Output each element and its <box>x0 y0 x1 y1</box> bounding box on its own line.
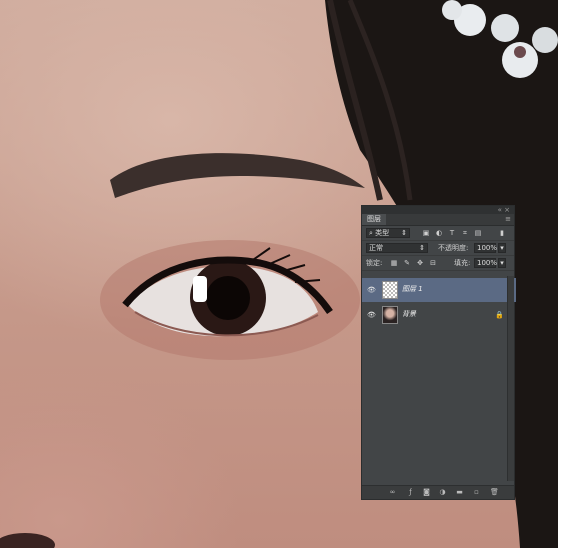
lock-row: 锁定: ▦ ✎ ✥ ⊟ 填充: 100% ▾ <box>362 256 514 271</box>
lock-position-icon[interactable]: ✥ <box>416 259 424 267</box>
fx-icon[interactable]: ƒ <box>406 488 415 497</box>
layer-name[interactable]: 背景 <box>402 309 416 319</box>
layer-thumbnail <box>382 281 398 299</box>
image-filter-icon[interactable]: ▣ <box>422 229 430 237</box>
scrollbar[interactable] <box>507 276 514 481</box>
lock-icon: 🔒 <box>495 311 504 319</box>
blend-mode-value: 正常 <box>369 244 383 252</box>
blend-row: 正常 ⇕ 不透明度: 100% ▾ <box>362 241 514 256</box>
panel-tab-row: 图层 ≡ <box>362 214 514 226</box>
panel-footer: ∞ ƒ ◙ ◑ ▬ ▫ 🗑 <box>362 485 514 499</box>
eye-icon[interactable]: 👁 <box>367 286 376 294</box>
blend-mode-select[interactable]: 正常 ⇕ <box>366 243 428 253</box>
tab-layers[interactable]: 图层 <box>362 214 386 225</box>
filter-row: ⌕ 类型 ⇕ ▣ ◐ T ⌗ ▤ ▮ <box>362 226 514 241</box>
dropdown-chevron-icon: ▾ <box>500 244 504 252</box>
dropdown-chevron-icon: ⇕ <box>419 244 425 252</box>
dropdown-chevron-icon: ▾ <box>500 259 504 267</box>
eye-icon[interactable]: 👁 <box>367 311 376 319</box>
filter-kind-value: 类型 <box>375 229 390 237</box>
panel-menu-icon[interactable]: ≡ <box>505 214 511 225</box>
opacity-label: 不透明度: <box>438 244 469 252</box>
fill-dropdown[interactable]: ▾ <box>498 258 506 268</box>
lock-all-icon[interactable]: ⊟ <box>429 259 437 267</box>
pupil <box>206 276 250 320</box>
mask-icon[interactable]: ◙ <box>422 488 431 497</box>
fill-input[interactable]: 100% <box>474 258 497 268</box>
group-icon[interactable]: ▬ <box>455 488 464 497</box>
lock-paint-icon[interactable]: ✎ <box>403 259 411 267</box>
opacity-dropdown[interactable]: ▾ <box>498 243 506 253</box>
layers-panel[interactable]: « × 图层 ≡ ⌕ 类型 ⇕ ▣ ◐ T ⌗ ▤ ▮ 正常 ⇕ 不透明度: 1… <box>361 205 516 500</box>
filter-kind-select[interactable]: ⌕ 类型 ⇕ <box>366 228 410 238</box>
panel-title-bar[interactable]: « × <box>362 206 514 214</box>
eyebrow <box>110 153 365 198</box>
layer-row[interactable]: 👁 图层 1 <box>362 278 516 302</box>
catchlight <box>193 276 207 302</box>
link-icon[interactable]: ∞ <box>388 488 397 497</box>
filter-toggle-icon[interactable]: ▮ <box>498 229 506 237</box>
type-filter-icon[interactable]: T <box>448 229 456 237</box>
shape-filter-icon[interactable]: ⌗ <box>461 229 469 237</box>
dropdown-chevron-icon: ⇕ <box>401 229 407 237</box>
lock-pixels-icon[interactable]: ▦ <box>390 259 398 267</box>
layer-name[interactable]: 图层 1 <box>402 284 423 294</box>
trash-icon[interactable]: 🗑 <box>490 488 499 497</box>
opacity-input[interactable]: 100% <box>474 243 497 253</box>
nostril <box>0 533 55 548</box>
layer-thumbnail <box>382 306 398 324</box>
collapse-icon[interactable]: « × <box>498 206 510 214</box>
smart-object-filter-icon[interactable]: ▤ <box>474 229 482 237</box>
layer-row[interactable]: 👁 背景 🔒 <box>362 303 516 327</box>
lock-label: 锁定: <box>366 259 383 267</box>
adjustment-filter-icon[interactable]: ◐ <box>435 229 443 237</box>
fill-label: 填充: <box>454 259 471 267</box>
search-icon: ⌕ <box>369 229 373 237</box>
adjustment-layer-icon[interactable]: ◑ <box>438 488 447 497</box>
new-layer-icon[interactable]: ▫ <box>472 488 481 497</box>
